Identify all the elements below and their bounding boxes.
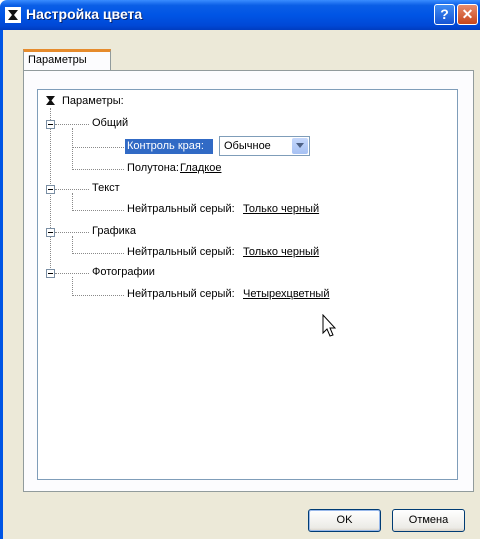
tree-line: [55, 124, 89, 125]
mouse-pointer-icon: [322, 313, 337, 341]
graphics-neutral-gray-label: Нейтральный серый:: [127, 246, 235, 258]
tree-line: [72, 277, 73, 296]
tree-line: [72, 236, 73, 254]
edge-control-value: Обычное: [224, 140, 271, 152]
ok-button[interactable]: OK: [308, 509, 381, 532]
window-title: Настройка цвета: [26, 6, 143, 22]
text-neutral-gray-label: Нейтральный серый:: [127, 203, 235, 215]
app-icon: [5, 7, 21, 23]
tree-group-photos[interactable]: Фотографии: [92, 266, 155, 278]
tree-line: [72, 147, 124, 148]
photos-neutral-gray-label: Нейтральный серый:: [127, 288, 235, 300]
tree-root-label: Параметры:: [62, 95, 124, 107]
edge-control-select[interactable]: Обычное: [219, 136, 310, 156]
close-button[interactable]: ✕: [457, 4, 478, 25]
tree-line: [72, 169, 124, 170]
chevron-down-icon[interactable]: [292, 138, 308, 154]
collapse-text-toggle[interactable]: [46, 185, 55, 194]
collapse-general-toggle[interactable]: [46, 120, 55, 129]
halftone-label: Полутона:: [127, 162, 179, 174]
tree-line: [72, 295, 124, 296]
tree-line: [72, 210, 124, 211]
text-neutral-gray-link[interactable]: Только черный: [243, 203, 319, 215]
collapse-graphics-toggle[interactable]: [46, 228, 55, 237]
tree-line: [72, 128, 73, 170]
help-button[interactable]: ?: [434, 4, 455, 25]
tree-group-graphics[interactable]: Графика: [92, 225, 136, 237]
tab-parameters[interactable]: Параметры: [23, 49, 111, 71]
tree-line: [72, 193, 73, 211]
tree-line: [55, 232, 89, 233]
root-settings-icon: [44, 94, 57, 107]
tree-line: [72, 253, 124, 254]
tree-line: [55, 273, 89, 274]
tree-group-text[interactable]: Текст: [92, 182, 120, 194]
cancel-button[interactable]: Отмена: [392, 509, 465, 532]
photos-neutral-gray-link[interactable]: Четырехцветный: [243, 288, 329, 300]
tree-group-general[interactable]: Общий: [92, 117, 128, 129]
graphics-neutral-gray-link[interactable]: Только черный: [243, 246, 319, 258]
tree-line: [55, 189, 89, 190]
edge-control-label[interactable]: Контроль края:: [127, 140, 204, 152]
collapse-photos-toggle[interactable]: [46, 269, 55, 278]
halftone-link[interactable]: Гладкое: [180, 162, 221, 174]
title-bar[interactable]: Настройка цвета ? ✕: [0, 0, 480, 30]
